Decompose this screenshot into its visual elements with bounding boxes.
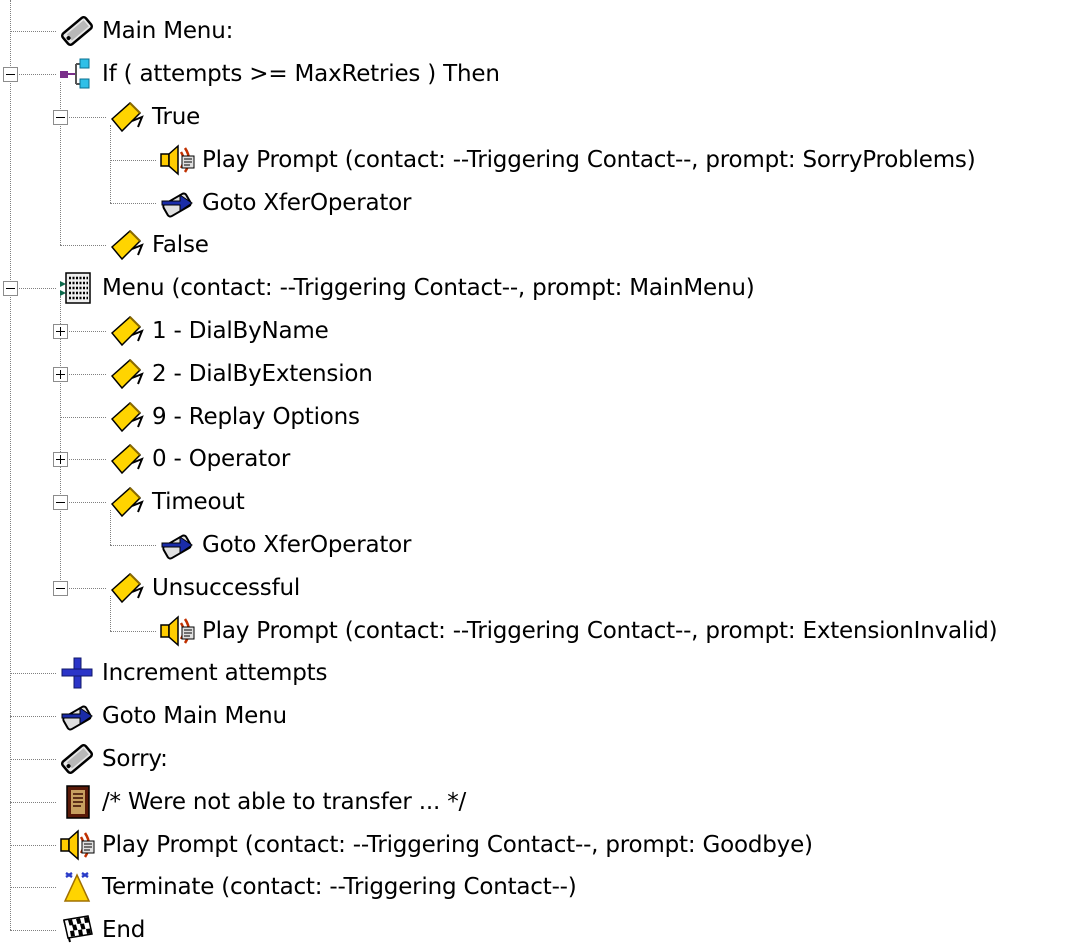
tree-node[interactable]: 2 - DialByExtension [108, 353, 373, 395]
tree-horizontal-connector [10, 930, 56, 932]
label-icon [58, 13, 96, 49]
tree-node-label: 2 - DialByExtension [152, 360, 373, 387]
goto-icon [58, 698, 96, 734]
tree-horizontal-connector [10, 673, 56, 675]
collapse-toggle[interactable] [53, 110, 68, 125]
tree-horizontal-connector [10, 31, 56, 33]
tree-node[interactable]: True [108, 96, 200, 138]
tree-horizontal-connector [110, 545, 156, 546]
tree-node-label: If ( attempts >= MaxRetries ) Then [102, 61, 500, 88]
tree-node[interactable]: Timeout [108, 481, 245, 523]
collapse-toggle[interactable] [53, 580, 68, 596]
tree-horizontal-connector [10, 844, 56, 846]
expand-toggle[interactable] [53, 324, 68, 339]
branch-icon [108, 399, 146, 435]
comment-icon [58, 784, 96, 820]
tree-node[interactable]: 9 - Replay Options [108, 396, 360, 438]
tree-node-label: 0 - Operator [152, 446, 291, 473]
tree-node-label: Increment attempts [102, 660, 328, 687]
tree-node[interactable]: End [58, 909, 145, 951]
branch-icon [108, 227, 146, 263]
tree-horizontal-connector [110, 202, 156, 204]
tree-node[interactable]: If ( attempts >= MaxRetries ) Then [58, 53, 500, 95]
tree-node-label: 9 - Replay Options [152, 403, 360, 430]
tree-node[interactable]: Play Prompt (contact: --Triggering Conta… [158, 610, 998, 652]
tree-node-label: Unsuccessful [152, 574, 301, 601]
tree-node-label: Timeout [152, 489, 245, 516]
collapse-toggle[interactable] [3, 67, 18, 83]
expand-toggle[interactable] [53, 366, 68, 382]
script-tree: Main Menu: If ( attempts >= MaxRetries ) … [0, 0, 1084, 944]
tree-vertical-connector [60, 82, 61, 246]
end-icon [58, 912, 96, 948]
tree-horizontal-connector [110, 159, 156, 161]
collapse-toggle[interactable] [53, 495, 68, 511]
tree-node-label: Goto XferOperator [202, 189, 412, 216]
collapse-toggle[interactable] [3, 281, 18, 297]
terminate-icon [58, 869, 96, 905]
tree-horizontal-connector [10, 716, 56, 718]
tree-node-label: Goto XferOperator [202, 532, 412, 558]
tree-horizontal-connector [60, 245, 106, 247]
goto-icon [158, 185, 196, 221]
tree-node-label: End [102, 917, 146, 944]
tree-node[interactable]: Unsuccessful [108, 567, 300, 609]
tree-node[interactable]: 0 - Operator [108, 438, 290, 480]
branch-icon [108, 570, 146, 606]
tree-horizontal-connector [10, 759, 56, 760]
tree-horizontal-connector [110, 630, 156, 632]
tree-node-label: Play Prompt (contact: --Triggering Conta… [202, 146, 976, 173]
tree-node[interactable]: 1 - DialByName [108, 310, 329, 352]
tree-node-label: Sorry: [102, 746, 168, 772]
tree-node[interactable]: /* Were not able to transfer ... */ [58, 781, 466, 823]
play-prompt-icon [158, 613, 196, 649]
tree-node[interactable]: Goto Main Menu [58, 695, 287, 737]
branch-icon [108, 313, 146, 349]
tree-node[interactable]: False [108, 224, 209, 266]
play-prompt-icon [58, 827, 96, 863]
menu-icon [58, 270, 96, 306]
tree-node-label: Play Prompt (contact: --Triggering Conta… [102, 831, 813, 858]
tree-node[interactable]: Goto XferOperator [158, 524, 412, 566]
tree-horizontal-connector [60, 416, 106, 418]
tree-node[interactable]: Increment attempts [58, 652, 327, 694]
tree-node[interactable]: Terminate (contact: --Triggering Contact… [58, 866, 577, 908]
tree-node-label: Play Prompt (contact: --Triggering Conta… [202, 617, 998, 644]
branch-icon [108, 441, 146, 477]
tree-vertical-connector [60, 296, 61, 588]
tree-node-label: False [152, 232, 209, 259]
tree-node[interactable]: Main Menu: [58, 10, 233, 52]
tree-node[interactable]: Menu (contact: --Triggering Contact--, p… [58, 267, 755, 309]
branch-icon [108, 484, 146, 520]
tree-node-label: /* Were not able to transfer ... */ [102, 788, 467, 815]
branch-icon [108, 356, 146, 392]
tree-vertical-connector [10, 0, 11, 931]
branch-icon [108, 99, 146, 135]
tree-horizontal-connector [10, 801, 56, 803]
tree-node-label: True [152, 104, 201, 130]
tree-node-label: Terminate (contact: --Triggering Contact… [102, 874, 577, 901]
tree-node[interactable]: Sorry: [58, 738, 168, 780]
expand-toggle[interactable] [53, 452, 68, 468]
goto-icon [158, 527, 196, 563]
tree-node-label: Goto Main Menu [102, 703, 287, 730]
tree-node-label: Menu (contact: --Triggering Contact--, p… [102, 275, 755, 302]
if-icon [58, 56, 96, 92]
tree-horizontal-connector [10, 887, 56, 889]
increment-icon [58, 655, 96, 691]
play-prompt-icon [158, 142, 196, 178]
tree-node[interactable]: Goto XferOperator [158, 182, 412, 224]
tree-node-label: Main Menu: [102, 18, 234, 45]
tree-node[interactable]: Play Prompt (contact: --Triggering Conta… [158, 139, 976, 181]
tree-node[interactable]: Play Prompt (contact: --Triggering Conta… [58, 824, 813, 866]
tree-node-label: 1 - DialByName [152, 318, 329, 344]
label-icon [58, 741, 96, 777]
